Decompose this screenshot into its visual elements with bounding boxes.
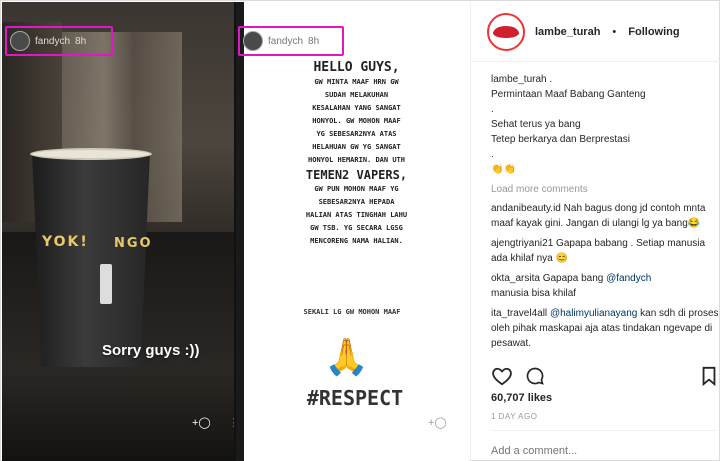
coffee-cup-rim (30, 148, 152, 160)
caption-line: . (491, 104, 494, 115)
caption-line: . (491, 149, 494, 160)
apology-line: HONYOL. GW MOHON MAAF (312, 117, 401, 125)
add-person-icon: +◯ (428, 417, 447, 429)
apology-line: TEMEN2 VAPERS, (305, 168, 408, 182)
mention-link[interactable]: @halimyulianayang (550, 308, 637, 319)
comment-user[interactable]: andanibeauty.id (491, 203, 561, 214)
apology-line: HONYOL HEMARIN. DAN UTH (308, 156, 405, 164)
respect-hashtag: #RESPECT (306, 386, 404, 410)
avatar (243, 31, 263, 51)
cup-sticker (100, 264, 112, 304)
bookmark-icon[interactable] (701, 366, 717, 386)
story-age: 8h (308, 35, 320, 47)
avatar (10, 31, 30, 51)
handwritten-apology: HELLO GUYS, GW MINTA MAAF HRN GW SUDAH MEL… (284, 60, 429, 248)
following-button[interactable]: Following (628, 26, 679, 38)
comment-icon[interactable] (525, 366, 545, 386)
profile-avatar[interactable] (487, 12, 525, 51)
apology-line: GW TSB. YG SECARA LGSG (310, 224, 403, 232)
header-username[interactable]: lambe_turah (535, 26, 600, 38)
caption-line: Tetep berkarya dan Berprestasi (491, 134, 630, 145)
apology-line: GW MINTA MAAF HRN GW (314, 78, 399, 86)
apology-line: SUDAH MELAKUHAN (324, 91, 389, 99)
likes-count[interactable]: 60,707 likes (491, 392, 552, 404)
comment-item: ajengtriyani21 Gapapa babang . Setiap ma… (491, 236, 720, 266)
apology-line: HELLO GUYS, (313, 60, 400, 75)
caption-author[interactable]: lambe_turah (491, 74, 547, 85)
lips-logo-icon (493, 25, 519, 38)
instagram-post-frame: YOK! NGO fandych 8h Sorry guys :)) +◯ ⋮ … (0, 0, 720, 461)
story-username: fandych (35, 35, 71, 47)
apology-line: KESALAHAN YANG SANGAT (312, 104, 401, 112)
story-icons-right: +◯ ⋮ (428, 416, 469, 429)
praying-hands-emoji: 🙏 (324, 336, 369, 377)
story-caption: Sorry guys :)) (102, 342, 200, 359)
caption-line: Permintaan Maaf Babang Ganteng (491, 89, 646, 100)
apology-line: GW PUN MOHON MAAF YG (314, 185, 399, 193)
comment-text: manusia bisa khilaf (491, 288, 577, 299)
comments-section: lambe_turah . Permintaan Maaf Babang Gan… (491, 72, 720, 356)
comment-user[interactable]: ita_travel4all (491, 308, 547, 319)
story-user-highlight-right: fandych 8h (238, 26, 344, 56)
story-age: 8h (75, 35, 87, 47)
add-person-icon: +◯ (192, 417, 211, 429)
comment-item: ita_travel4all @halimyulianayang kan sdh… (491, 306, 720, 351)
apology-line: HELAHUAN GW YG SANGAT (312, 143, 401, 151)
story-user-highlight-left: fandych 8h (5, 26, 113, 56)
story-username: fandych (268, 35, 304, 47)
apology-line: HALIAN ATAS TINGHAH LAHU (305, 211, 408, 219)
add-comment-input[interactable] (491, 445, 717, 457)
story-edge (236, 2, 244, 461)
comment-user[interactable]: ajengtriyani21 (491, 238, 553, 249)
cup-print-2: NGO (114, 236, 153, 251)
cup-print-1: YOK! (42, 234, 89, 250)
caption: lambe_turah . Permintaan Maaf Babang Gan… (491, 72, 720, 177)
comment-item: andanibeauty.id Nah bagus dong jd contoh… (491, 201, 720, 231)
apology-line: MENCORENG NAMA HALIAN. (310, 237, 403, 245)
mention-link[interactable]: @fandych (606, 273, 651, 284)
separator-dot: • (612, 25, 617, 38)
apology-line: YG SEBESAR2NYA ATAS (316, 130, 397, 138)
more-icon: ⋮ (465, 416, 469, 429)
post-actions (491, 366, 717, 386)
story-screenshot-right: fandych 8h HELLO GUYS, GW MINTA MAAF HRN … (236, 2, 469, 461)
comment-user[interactable]: okta_arsita (491, 273, 540, 284)
more-icon: ⋮ (229, 416, 234, 429)
post-side-panel: lambe_turah • Following lambe_turah . Pe… (470, 2, 720, 461)
post-header: lambe_turah • Following (471, 2, 720, 62)
caption-line: 👏👏 (491, 164, 516, 175)
caption-line: Sehat terus ya bang (491, 119, 581, 130)
coffee-cup (32, 152, 150, 367)
post-media[interactable]: YOK! NGO fandych 8h Sorry guys :)) +◯ ⋮ … (2, 2, 469, 461)
story-icons-left: +◯ ⋮ (192, 416, 234, 429)
apology-closing-line: SEKALI LG GW MOHON MAAF (303, 308, 401, 316)
timestamp: 1 DAY AGO (491, 412, 538, 421)
add-comment-bar (491, 430, 717, 457)
load-more-comments-link[interactable]: Load more comments (491, 182, 720, 197)
story-screenshot-left: YOK! NGO fandych 8h Sorry guys :)) +◯ ⋮ (2, 2, 234, 461)
comment-item: okta_arsita Gapapa bang @fandych manusia… (491, 271, 720, 301)
comment-text-prefix: Gapapa bang (542, 273, 607, 284)
apology-line: SEBESAR2NYA HEPADA (318, 198, 395, 206)
heart-icon[interactable] (491, 366, 513, 386)
